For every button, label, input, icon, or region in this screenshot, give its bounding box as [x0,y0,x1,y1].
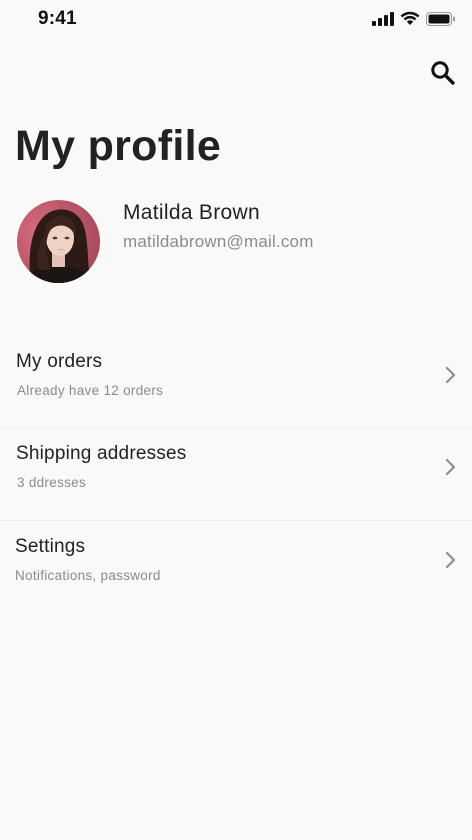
chevron-right-icon [445,458,456,476]
signal-icon [372,11,394,26]
user-email: matildabrown@mail.com [123,232,314,251]
menu-item-subtitle: Notifications, password [15,568,161,583]
menu-item-subtitle: Already have 12 orders [17,383,164,398]
chevron-right-icon [445,366,456,384]
search-icon [431,61,455,85]
page-title: My profile [15,122,222,170]
menu-item-settings[interactable]: Settings Notifications, password [0,522,472,614]
chevron-right-icon [445,551,456,569]
wifi-icon [400,11,420,25]
avatar [17,200,100,283]
user-name: Matilda Brown [123,201,260,224]
menu-item-shipping-addresses[interactable]: Shipping addresses 3 ddresses [0,429,472,521]
status-bar: 9:41 [0,0,472,44]
battery-icon [426,11,455,26]
search-button[interactable] [428,58,458,88]
menu-item-title: Settings [15,536,86,557]
status-time: 9:41 [38,8,77,29]
menu-item-title: Shipping addresses [16,443,187,464]
menu-item-my-orders[interactable]: My orders Already have 12 orders [0,337,472,429]
profile-card: Matilda Brown matildabrown@mail.com [17,200,457,284]
menu-item-subtitle: 3 ddresses [17,475,87,490]
status-icons [372,11,456,26]
menu-item-title: My orders [16,351,103,372]
